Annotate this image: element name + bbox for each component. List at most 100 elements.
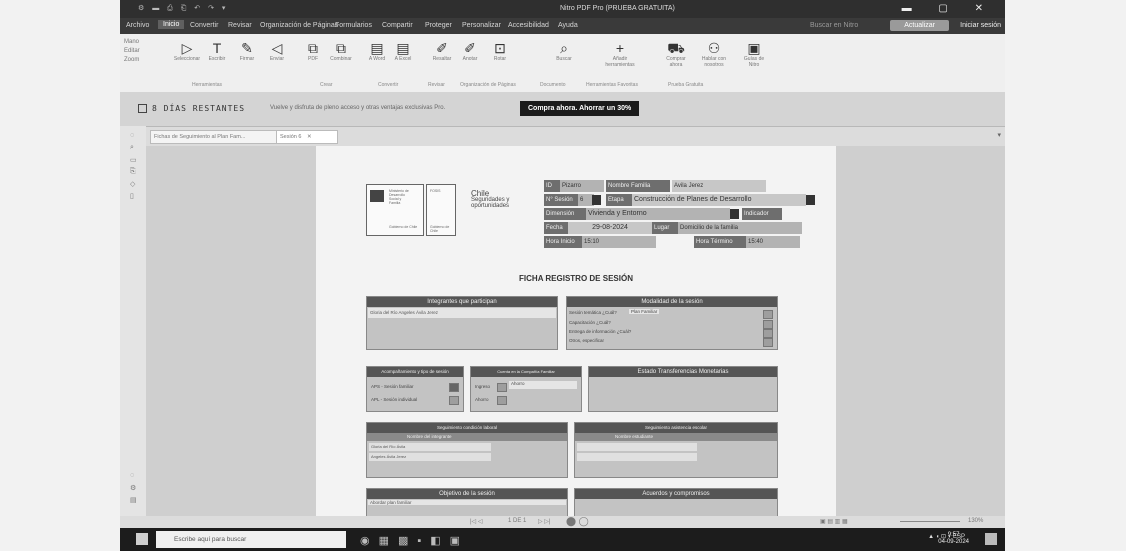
windows-start-icon[interactable]: [136, 533, 148, 545]
ribbon-highlight-button[interactable]: ✐ Resaltar: [428, 40, 456, 62]
menu-convertir[interactable]: Convertir: [190, 22, 218, 29]
modality-check-2[interactable]: [763, 320, 773, 329]
help-icon[interactable]: ◌: [130, 472, 134, 479]
attachment-icon[interactable]: ⎘: [130, 168, 136, 176]
objective-field[interactable]: Abordar plan familiar: [368, 500, 566, 505]
edit-tool[interactable]: Editar: [124, 47, 140, 56]
notification-icon[interactable]: [985, 533, 997, 545]
table-row[interactable]: Gloria del Río Ávila: [369, 443, 491, 451]
participants-field[interactable]: Gloria del Río Angeles Ávila Jerez: [368, 308, 556, 318]
participants-box: Integrantes que participan Gloria del Rí…: [366, 296, 558, 350]
page-indicator[interactable]: 1 DE 1: [508, 518, 526, 524]
table-row[interactable]: [577, 453, 697, 461]
ministry-logo: Ministerio de Desarrollo Social y Famili…: [366, 184, 424, 236]
ahorro-checkbox[interactable]: [497, 396, 507, 405]
comment-icon[interactable]: ▭: [130, 156, 137, 164]
dimension-field[interactable]: Vivienda y Entorno: [586, 208, 730, 220]
layers-icon[interactable]: ◇: [130, 180, 135, 188]
id-field[interactable]: Pizarro: [560, 180, 604, 192]
ingreso-checkbox[interactable]: [497, 383, 507, 392]
stage-field[interactable]: Construcción de Planes de Desarrollo: [632, 194, 806, 206]
ribbon-add-tools-button[interactable]: + Añadir herramientas: [598, 40, 642, 68]
place-field[interactable]: Domicilio de la familia: [678, 222, 802, 234]
upgrade-button[interactable]: Actualizar: [890, 20, 949, 31]
taskbar-app-icons[interactable]: ◉▦▩▪◧▣: [360, 534, 469, 547]
modality-check-1[interactable]: [763, 310, 773, 319]
page-thumbnails-icon[interactable]: ▯: [130, 192, 134, 200]
send-icon: ◁: [271, 40, 283, 56]
modality-check-4[interactable]: [763, 338, 773, 347]
modality-check-3[interactable]: [763, 329, 773, 338]
play-icon[interactable]: ⬤ ◯: [566, 516, 589, 527]
ribbon-buy-button[interactable]: ⛟ Comprar ahora: [660, 40, 692, 68]
menu-accesibilidad[interactable]: Accesibilidad: [508, 22, 549, 29]
end-time-field[interactable]: 15:40: [746, 236, 800, 248]
group-organizacion: Organización de Páginas: [460, 82, 516, 88]
combine-icon: ⧉: [336, 40, 346, 56]
menu-personalizar[interactable]: Personalizar: [462, 22, 501, 29]
search-nitro[interactable]: Buscar en Nitro: [810, 22, 858, 29]
table-row[interactable]: Angeles Ávila Jerez: [369, 453, 491, 461]
menu-ayuda[interactable]: Ayuda: [558, 22, 578, 29]
menu-revisar[interactable]: Revisar: [228, 22, 252, 29]
view-mode-icons[interactable]: ▣ ▤ ▥ ▦: [820, 518, 848, 525]
tab-fichas[interactable]: Fichas de Seguimiento al Plan Fam...: [150, 130, 278, 144]
ribbon-to-excel-button[interactable]: ▤ A Excel: [390, 40, 416, 62]
menu-proteger[interactable]: Proteger: [425, 22, 452, 29]
session-dropdown[interactable]: [592, 195, 601, 205]
quick-access-toolbar[interactable]: ⚙ ▬ ⎙ ⎗ ↶ ↷ ▾: [138, 4, 228, 13]
fosis-logo: FOSIS Gobierno de Chile: [426, 184, 456, 236]
menu-formularios[interactable]: Formularios: [335, 22, 372, 29]
savings-box: Cuenta en la Compañía Familiar Ingreso A…: [470, 366, 582, 412]
apl-checkbox[interactable]: [449, 396, 459, 405]
search-panel-icon[interactable]: ⌕: [130, 144, 134, 152]
excel-icon: ▤: [396, 40, 410, 56]
ribbon-to-word-button[interactable]: ▤ A Word: [364, 40, 390, 62]
savings-field[interactable]: Ahorro: [509, 381, 577, 389]
ribbon-sign-button[interactable]: ✎ Firmar: [232, 40, 262, 62]
menu-inicio[interactable]: Inicio: [158, 20, 185, 29]
people-icon: ⚇: [707, 40, 721, 56]
menu-archivo[interactable]: Archivo: [126, 22, 149, 29]
ribbon-send-button[interactable]: ◁ Enviar: [262, 40, 292, 62]
stage-dropdown[interactable]: [806, 195, 815, 205]
zoom-tool[interactable]: Zoom: [124, 56, 140, 65]
ribbon-rotate-button[interactable]: ⊡ Rotar: [486, 40, 514, 62]
aps-checkbox[interactable]: [449, 383, 459, 392]
taskbar-search-input[interactable]: Escribe aquí para buscar: [156, 531, 346, 548]
family-name-field[interactable]: Avila Jerez: [672, 180, 766, 192]
menu-organizacion[interactable]: Organización de Páginas: [260, 22, 338, 29]
ribbon-select-button[interactable]: ▷ Seleccionar: [172, 40, 202, 62]
annotate-icon: ✐: [464, 40, 476, 56]
ribbon-type-button[interactable]: T Escribir: [202, 40, 232, 62]
close-icon[interactable]: ✕: [307, 134, 312, 140]
chevron-down-icon[interactable]: ▾: [997, 131, 1001, 139]
ribbon-annotate-button[interactable]: ✐ Anotar: [456, 40, 484, 62]
rotate-icon: ⊡: [494, 40, 506, 56]
date-field[interactable]: 29-08-2024: [568, 222, 652, 234]
window-controls[interactable]: ▬ ▢ ✕: [902, 3, 995, 14]
ribbon-guides-button[interactable]: ▣ Guías de Nitro: [738, 40, 770, 68]
dimension-dropdown[interactable]: [730, 209, 739, 219]
taskbar-clock[interactable]: 9:57 04-09-2024: [938, 532, 969, 546]
highlight-icon: ✐: [436, 40, 448, 56]
modality-session-field[interactable]: Plan Familiar: [629, 309, 660, 314]
ribbon-talk-button[interactable]: ⚇ Hablar con nosotros: [694, 40, 734, 68]
buy-now-button[interactable]: Compra ahora. Ahorrar un 30%: [520, 101, 640, 116]
signin-button[interactable]: Iniciar sesión: [960, 22, 1001, 29]
menu-compartir[interactable]: Compartir: [382, 22, 413, 29]
bookmark-icon[interactable]: ◌: [130, 132, 134, 139]
hand-tool[interactable]: Mano: [124, 38, 140, 47]
next-page-icon[interactable]: ▷ ▷|: [538, 518, 550, 525]
zoom-slider[interactable]: [900, 521, 960, 522]
first-page-icon[interactable]: |◁ ◁: [470, 518, 482, 525]
ribbon-combine-button[interactable]: ⧉ Combinar: [326, 40, 356, 62]
tab-sesion-6[interactable]: Sesión 6 ✕: [276, 130, 338, 144]
settings-icon[interactable]: ⚙: [130, 484, 136, 492]
ribbon-search-button[interactable]: ⌕ Buscar: [550, 40, 578, 62]
table-row[interactable]: [577, 443, 697, 451]
ribbon-pdf-button[interactable]: ⧉ PDF: [300, 40, 326, 62]
info-icon[interactable]: ▤: [130, 496, 137, 504]
start-time-field[interactable]: 15:10: [582, 236, 656, 248]
cart-icon: ⛟: [667, 40, 685, 56]
